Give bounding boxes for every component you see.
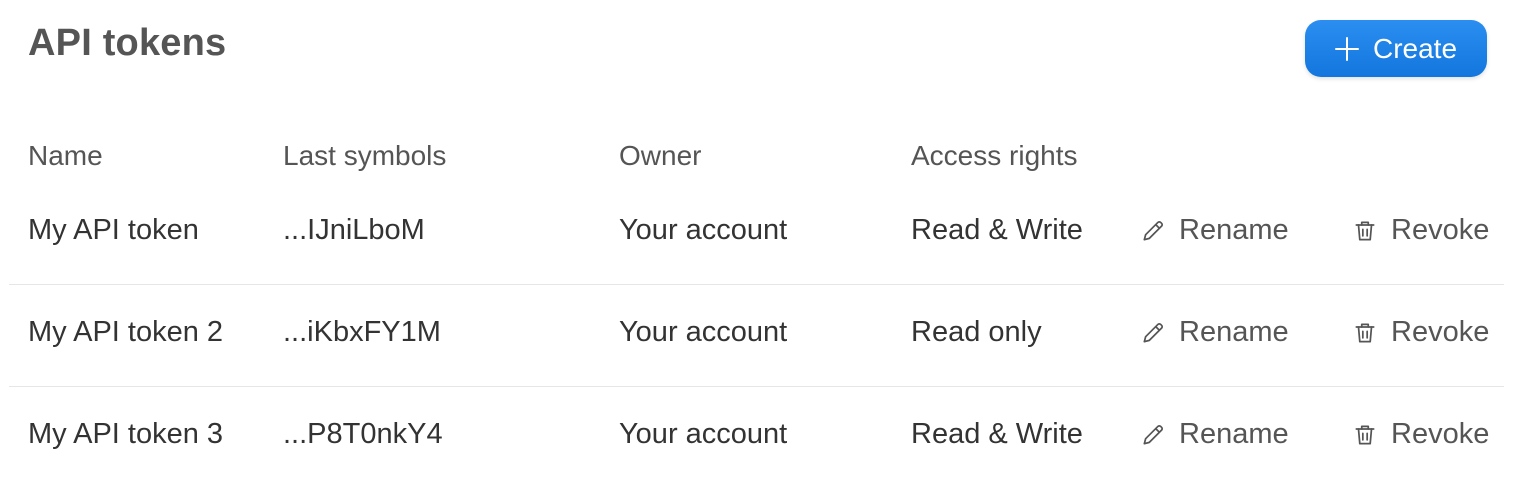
token-table-body: My API token ...IJniLboM Your account Re…	[0, 183, 1526, 489]
revoke-label: Revoke	[1391, 418, 1490, 450]
plus-icon	[1334, 36, 1359, 61]
token-name: My API token 3	[28, 418, 224, 450]
create-button-label: Create	[1372, 32, 1458, 64]
trash-icon	[1355, 322, 1375, 343]
column-header-access-rights: Access rights	[911, 140, 1078, 171]
token-access-rights: Read & Write	[911, 214, 1083, 246]
token-last-symbols: ...iKbxFY1M	[283, 316, 441, 348]
table-row: My API token ...IJniLboM Your account Re…	[0, 183, 1526, 285]
rename-button[interactable]: Rename	[1140, 418, 1289, 451]
revoke-label: Revoke	[1391, 316, 1490, 348]
page-title: API tokens	[28, 22, 227, 64]
table-row: My API token 2 ...iKbxFY1M Your account …	[0, 285, 1526, 387]
column-header-last-symbols: Last symbols	[283, 140, 447, 171]
revoke-button[interactable]: Revoke	[1352, 418, 1489, 451]
rename-label: Rename	[1179, 418, 1289, 450]
revoke-button[interactable]: Revoke	[1352, 316, 1489, 349]
pencil-icon	[1143, 220, 1164, 241]
token-name: My API token	[28, 214, 199, 246]
token-access-rights: Read & Write	[911, 418, 1083, 450]
rename-button[interactable]: Rename	[1140, 214, 1289, 247]
revoke-label: Revoke	[1391, 214, 1490, 246]
token-access-rights: Read only	[911, 316, 1042, 348]
trash-icon	[1355, 424, 1375, 445]
token-owner: Your account	[619, 418, 788, 450]
column-header-name: Name	[28, 140, 103, 171]
rename-label: Rename	[1179, 316, 1289, 348]
pencil-icon	[1143, 424, 1164, 445]
rename-button[interactable]: Rename	[1140, 316, 1289, 349]
token-last-symbols: ...IJniLboM	[283, 214, 425, 246]
column-header-owner: Owner	[619, 140, 702, 171]
revoke-button[interactable]: Revoke	[1352, 214, 1489, 247]
table-row: My API token 3 ...P8T0nkY4 Your account …	[0, 387, 1526, 489]
create-token-button[interactable]: Create	[1305, 20, 1487, 77]
token-name: My API token 2	[28, 316, 224, 348]
token-owner: Your account	[619, 214, 788, 246]
table-header: Name Last symbols Owner Access rights	[0, 140, 1526, 180]
rename-label: Rename	[1179, 214, 1289, 246]
api-tokens-page: API tokens Create Name Last symbols Owne…	[0, 0, 1526, 498]
trash-icon	[1355, 220, 1375, 241]
pencil-icon	[1143, 322, 1164, 343]
token-last-symbols: ...P8T0nkY4	[283, 418, 443, 450]
token-owner: Your account	[619, 316, 788, 348]
